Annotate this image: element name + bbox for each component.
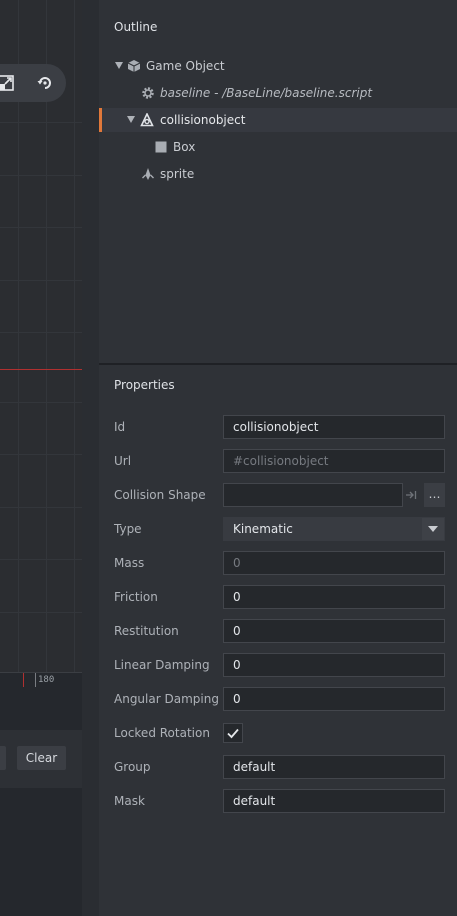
outline-item-label: Box: [173, 140, 196, 154]
properties-pane: Properties Id collisionobject Url #colli…: [99, 365, 457, 916]
linear-damping-label: Linear Damping: [114, 658, 210, 672]
type-label: Type: [114, 522, 142, 536]
rotate-icon[interactable]: [37, 75, 53, 91]
checkmark-icon: [227, 728, 239, 739]
friction-field[interactable]: 0: [223, 585, 445, 609]
friction-label: Friction: [114, 590, 158, 604]
locked-rotation-label: Locked Rotation: [114, 726, 210, 740]
selection-indicator: [99, 108, 102, 132]
scene-viewport[interactable]: 180: [0, 0, 82, 688]
sprite-icon: [142, 168, 154, 180]
outline-item-label: Game Object: [146, 59, 225, 73]
id-field[interactable]: collisionobject: [223, 415, 445, 439]
grid-line: [18, 0, 19, 688]
mass-field: 0: [223, 551, 445, 575]
grid-line: [0, 559, 82, 560]
outline-title: Outline: [114, 20, 158, 34]
gear-icon: [142, 87, 154, 99]
locked-rotation-checkbox[interactable]: [223, 723, 243, 743]
grid-line: [0, 454, 82, 455]
grid-line: [74, 0, 75, 688]
angular-damping-field[interactable]: 0: [223, 687, 445, 711]
right-panel: Outline Game Object baseline - /BaseLine…: [99, 0, 457, 916]
scale-icon[interactable]: [0, 75, 14, 91]
outline-item-sprite[interactable]: sprite: [99, 162, 457, 186]
pane-separator[interactable]: [82, 0, 99, 916]
mass-label: Mass: [114, 556, 145, 570]
url-field: #collisionobject: [223, 449, 445, 473]
console-toolbar: Clear: [0, 730, 82, 788]
outline-item-label: collisionobject: [160, 113, 246, 127]
collision-shape-field[interactable]: [223, 483, 403, 507]
angular-damping-label: Angular Damping: [114, 692, 219, 706]
collision-object-icon: [140, 113, 154, 127]
outline-item-collisionobject[interactable]: collisionobject: [99, 108, 457, 132]
grid-line: [0, 507, 82, 508]
ruler-tick: [35, 673, 36, 687]
grid-line: [0, 122, 82, 123]
grid-line: [0, 402, 82, 403]
type-select[interactable]: Kinematic: [223, 517, 445, 541]
grid-line: [0, 227, 82, 228]
outline-item-label: baseline - /BaseLine/baseline.script: [160, 86, 373, 100]
properties-title: Properties: [114, 378, 175, 392]
goto-resource-icon[interactable]: [405, 489, 417, 501]
box-shape-icon: [155, 141, 167, 153]
horizontal-ruler: 180: [0, 672, 82, 688]
clear-button[interactable]: Clear: [17, 746, 66, 770]
linear-damping-field[interactable]: 0: [223, 653, 445, 677]
group-field[interactable]: default: [223, 755, 445, 779]
restitution-field[interactable]: 0: [223, 619, 445, 643]
expand-caret-icon[interactable]: [115, 62, 123, 69]
expand-caret-icon[interactable]: [127, 116, 135, 123]
outline-item-script[interactable]: baseline - /BaseLine/baseline.script: [99, 81, 457, 105]
ruler-origin-marker: [23, 673, 24, 687]
x-axis-line: [0, 369, 82, 370]
mask-field[interactable]: default: [223, 789, 445, 813]
type-select-value: Kinematic: [233, 522, 293, 536]
restitution-label: Restitution: [114, 624, 179, 638]
browse-button[interactable]: …: [424, 483, 445, 507]
grid-line: [46, 0, 47, 688]
viewport-toolbar: [0, 64, 66, 102]
chevron-down-icon[interactable]: [422, 518, 444, 540]
url-label: Url: [114, 454, 132, 468]
outline-item-game-object[interactable]: Game Object: [99, 54, 457, 78]
outline-pane: Outline Game Object baseline - /BaseLine…: [99, 6, 457, 363]
id-label: Id: [114, 420, 126, 434]
group-label: Group: [114, 760, 151, 774]
scene-editor: 180 Clear: [0, 0, 82, 916]
outline-item-box[interactable]: Box: [99, 135, 457, 159]
console-button[interactable]: [0, 746, 6, 770]
grid-line: [0, 612, 82, 613]
outline-item-label: sprite: [160, 167, 195, 181]
grid-line: [0, 280, 82, 281]
mask-label: Mask: [114, 794, 145, 808]
grid-line: [0, 175, 82, 176]
cube-icon: [127, 60, 141, 72]
collision-shape-label: Collision Shape: [114, 488, 206, 502]
ruler-label: 180: [38, 675, 55, 685]
grid-line: [0, 332, 82, 333]
